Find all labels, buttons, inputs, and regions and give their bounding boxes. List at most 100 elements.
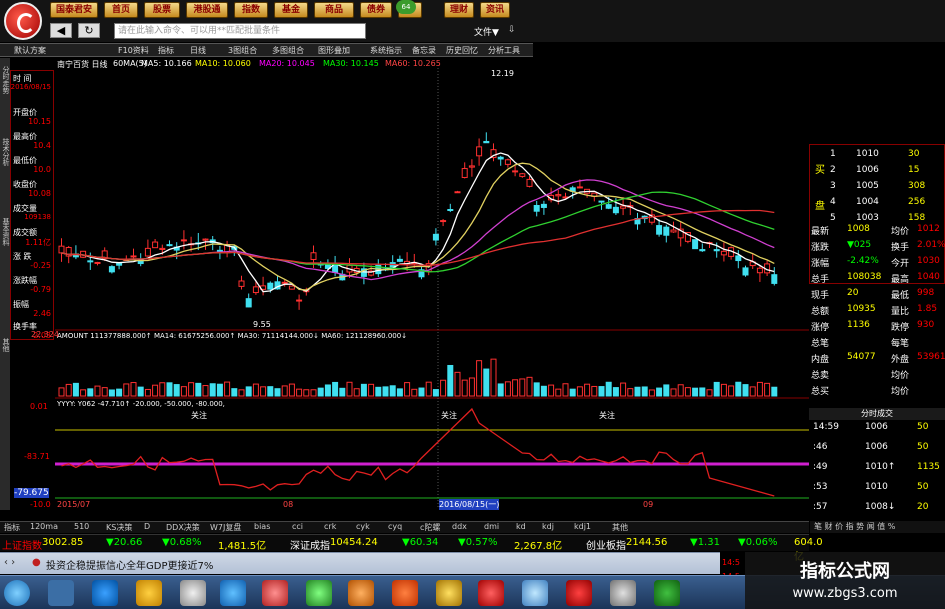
trades-header[interactable]: 分时成交 (809, 408, 945, 420)
menu-item[interactable]: F10资料 (118, 45, 149, 56)
nav-button[interactable]: 资讯 (480, 2, 510, 18)
info-label: 振幅 (13, 300, 29, 309)
menu-item[interactable]: 3图组合 (228, 45, 257, 56)
ie-icon[interactable] (92, 580, 118, 606)
trade-price: 1006 (865, 422, 888, 432)
volume-bar (605, 381, 612, 397)
indicator-tab[interactable]: kdj (542, 522, 554, 531)
nav-button[interactable]: 理财 (444, 2, 474, 18)
quote-value: 54077 (847, 352, 876, 362)
volume-bar (548, 384, 555, 397)
start-button-icon[interactable] (4, 580, 30, 606)
app-icon[interactable] (610, 580, 636, 606)
candle (267, 282, 274, 290)
quote-value: 53961 (917, 352, 945, 362)
app-icon[interactable] (348, 580, 374, 606)
candle (94, 261, 101, 264)
top-toolbar: 国泰君安 首页 股票 港股通 指数 基金 商品 债券 理财 资讯 64 ◀ ↻ … (0, 0, 945, 42)
menu-item[interactable]: 分析工具 (488, 45, 520, 56)
app-icon[interactable] (566, 580, 592, 606)
left-tab[interactable]: 其他 (1, 338, 11, 352)
news-text[interactable]: 投资企稳提振信心全年GDP更接近7% (46, 557, 213, 572)
indicator-tab[interactable]: 120ma (30, 522, 58, 531)
menu-item[interactable]: 备忘录 (412, 45, 436, 56)
ma-label: MA5: 10.166 (141, 59, 192, 68)
app-icon[interactable] (306, 580, 332, 606)
indicator-tab[interactable]: 510 (74, 522, 89, 531)
nav-button[interactable]: 指数 (234, 2, 268, 18)
candle (245, 298, 252, 308)
refresh-button[interactable]: ↻ (78, 23, 100, 38)
app-icon[interactable] (392, 580, 418, 606)
volume-bar (634, 386, 641, 397)
nav-button[interactable]: 港股通 (186, 2, 228, 18)
app-icon[interactable] (522, 580, 548, 606)
command-input[interactable]: 请在此输入命令、可以用**匹配批量条件 (114, 23, 366, 39)
menu-item[interactable]: 指标 (158, 45, 174, 56)
news-nav-icon[interactable]: ‹ › (4, 557, 15, 568)
nav-button[interactable]: 债券 (360, 2, 392, 18)
nav-button[interactable]: 基金 (274, 2, 308, 18)
indicator-tab[interactable]: cyq (388, 522, 402, 531)
candle (713, 249, 720, 252)
nav-button[interactable]: 商品 (314, 2, 354, 18)
info-value: -0.79 (30, 285, 51, 294)
app-icon[interactable] (262, 580, 288, 606)
menu-item[interactable]: 多图组合 (272, 45, 304, 56)
info-panel: 时 间 2016/08/15 开盘价 10.15 最高价 10.4 最低价 10… (10, 70, 54, 340)
menu-item[interactable]: 系统指示 (370, 45, 402, 56)
right-tabs[interactable]: 笔 财 价 指 势 闻 值 % (810, 521, 945, 533)
nav-button[interactable]: 首页 (104, 2, 138, 18)
menu-item[interactable]: 图形叠加 (318, 45, 350, 56)
explorer-icon[interactable] (48, 580, 74, 606)
ticker-item: 创业板指 (586, 541, 626, 552)
indicator-tab[interactable]: ddx (452, 522, 467, 531)
menu-item[interactable]: 默认方案 (14, 45, 46, 56)
indicator-tab[interactable]: 指标 (4, 522, 20, 533)
quote-label: 涨跌 (811, 243, 830, 253)
quote-value: -2.42% (847, 256, 879, 266)
trading-app-icon[interactable] (478, 580, 504, 606)
volume-bar (728, 385, 735, 397)
indicator-tab[interactable]: dmi (484, 522, 499, 531)
indicator-tab[interactable]: cyk (356, 522, 370, 531)
app-icon[interactable] (654, 580, 680, 606)
indicator-tab[interactable]: kd (516, 522, 526, 531)
indicator-tab[interactable]: kdj1 (574, 522, 591, 531)
quote-label: 今开 (891, 259, 910, 269)
menu-bar: 默认方案 F10资料 指标 日线 3图组合 多图组合 图形叠加 系统指示 备忘录… (0, 43, 533, 57)
quote-label: 均价 (891, 227, 910, 237)
volume-bar (612, 387, 619, 397)
indicator-tab[interactable]: KS决策 (106, 522, 132, 533)
volume-bar (663, 384, 670, 397)
indicator-tab[interactable]: c陀螺 (420, 522, 440, 533)
candle (699, 249, 706, 252)
trade-price: 1010 (865, 482, 888, 492)
menu-item[interactable]: 日线 (190, 45, 206, 56)
kline-chart[interactable]: 南宁百货 日线 60MA(5) MA5: 10.166 MA10: 10.060… (55, 58, 809, 510)
indicator-tab[interactable]: crk (324, 522, 336, 531)
ticker-item: 3002.85 (42, 537, 84, 548)
app-icon[interactable] (220, 580, 246, 606)
volume-bar (692, 387, 699, 397)
indicator-tab[interactable]: bias (254, 522, 270, 531)
indicator-tab[interactable]: W7J复盘 (210, 522, 241, 533)
indicator-tab[interactable]: D (144, 522, 150, 531)
attention-label: 关注 (441, 411, 457, 420)
nav-button[interactable]: 国泰君安 (50, 2, 98, 18)
back-button[interactable]: ◀ (50, 23, 72, 38)
menu-item[interactable]: 历史回忆 (446, 45, 478, 56)
app-icon[interactable] (436, 580, 462, 606)
trade-price: 1010↑ (865, 462, 896, 472)
download-icon[interactable]: ⇩ (508, 25, 516, 35)
candle (576, 186, 583, 189)
news-bar[interactable]: ‹ › ● 投资企稳提振信心全年GDP更接近7% (0, 552, 720, 574)
media-icon[interactable] (180, 580, 206, 606)
folder-icon[interactable] (136, 580, 162, 606)
indicator-tab[interactable]: cci (292, 522, 303, 531)
indicator-tab[interactable]: 其他 (612, 522, 628, 533)
volume-bar (713, 381, 720, 397)
indicator-tab[interactable]: DDX决策 (166, 522, 200, 533)
nav-button[interactable]: 股票 (144, 2, 180, 18)
file-menu[interactable]: 文件▼ (474, 25, 499, 38)
